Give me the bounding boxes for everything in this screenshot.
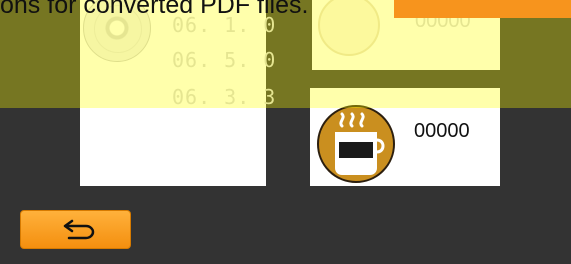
caption-text: ons for converted PDF files. [0,0,309,19]
back-button[interactable] [20,210,131,249]
orange-tab [394,0,571,18]
coffee-cup-icon [317,105,395,183]
return-arrow-icon [63,219,95,240]
counter-text: 00000 [414,120,470,142]
